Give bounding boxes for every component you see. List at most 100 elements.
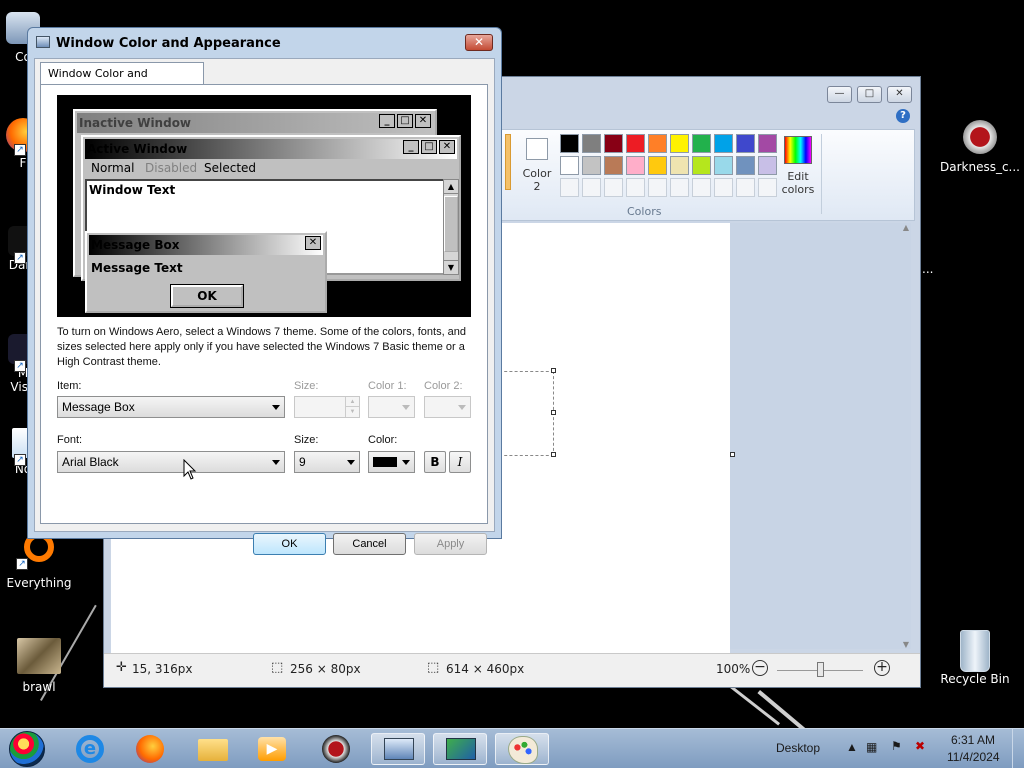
palette-swatch[interactable] [714, 156, 733, 175]
palette-swatch[interactable] [560, 156, 579, 175]
minimize-icon: _ [403, 140, 419, 154]
canvas-resize-handle[interactable] [730, 452, 735, 457]
taskbar-personalization[interactable] [433, 733, 487, 765]
active-title-text: Active Window [87, 142, 188, 156]
font-size-select[interactable]: 9 [294, 451, 360, 473]
spinner-up-icon[interactable]: ▲ [345, 397, 359, 407]
close-button[interactable]: ✕ [887, 86, 912, 103]
zoom-slider-thumb[interactable] [817, 662, 824, 677]
taskbar-control-panel[interactable] [371, 733, 425, 765]
image-size-icon: ⬚ [427, 660, 440, 675]
scroll-up-arrow-icon[interactable]: ▲ [901, 223, 911, 232]
media-player-icon: ▶ [258, 737, 286, 761]
cancel-button[interactable]: Cancel [333, 533, 406, 555]
scroll-down-arrow-icon[interactable]: ▼ [901, 640, 911, 649]
vertical-scrollbar[interactable]: ▲ ▼ [901, 223, 911, 649]
desktop-icon-everything[interactable]: ↗ Everything [2, 532, 76, 590]
palette-swatch[interactable] [736, 134, 755, 153]
desktop-icon-recycle-bin[interactable]: Recycle Bin [938, 630, 1012, 686]
taskbar-file-explorer[interactable] [186, 733, 240, 765]
palette-swatch[interactable] [626, 156, 645, 175]
selection-handle[interactable] [551, 410, 556, 415]
spinner-down-icon[interactable]: ▼ [345, 407, 359, 417]
palette-swatch-empty[interactable] [582, 178, 601, 197]
shortcut-arrow-icon: ↗ [14, 252, 26, 264]
volume-muted-icon[interactable]: ✖ [915, 739, 925, 753]
chevron-down-icon [458, 405, 466, 410]
item-label: Item: [57, 380, 82, 392]
palette-swatch-empty[interactable] [626, 178, 645, 197]
zoom-in-button[interactable]: + [874, 660, 890, 676]
palette-swatch-empty[interactable] [560, 178, 579, 197]
selection-handle[interactable] [551, 452, 556, 457]
item-select[interactable]: Message Box [57, 396, 285, 418]
maximize-icon: □ [397, 114, 413, 128]
show-desktop-button[interactable] [1012, 729, 1024, 768]
clock-time[interactable]: 6:31 AM [951, 733, 995, 747]
control-panel-icon [384, 738, 414, 760]
palette-swatch[interactable] [670, 134, 689, 153]
palette-swatch[interactable] [692, 134, 711, 153]
palette-swatch-empty[interactable] [604, 178, 623, 197]
size-label-1: Size: [294, 380, 319, 392]
selection-handle[interactable] [551, 368, 556, 373]
taskbar-paint[interactable] [495, 733, 549, 765]
palette-swatch-empty[interactable] [692, 178, 711, 197]
palette-swatch[interactable] [648, 156, 667, 175]
mouse-pointer-icon [183, 459, 197, 480]
desktop-icon-darkness-chrome[interactable]: Darkness_c... [938, 120, 1022, 174]
desktop-icon-brawl[interactable]: brawl [2, 638, 76, 694]
palette-swatch[interactable] [758, 156, 777, 175]
ok-button[interactable]: OK [253, 533, 326, 555]
preview-pane[interactable]: Inactive Window _ □ ✕ Active Window _ □ … [57, 95, 471, 317]
desktop-icon-label: Darkness_c... [939, 160, 1020, 174]
taskbar-darkness[interactable] [310, 733, 364, 765]
palette-swatch[interactable] [604, 156, 623, 175]
item-size-spinner[interactable]: ▲ ▼ [294, 396, 360, 418]
taskbar-internet-explorer[interactable]: e [62, 733, 116, 765]
palette-swatch-empty[interactable] [670, 178, 689, 197]
palette-swatch[interactable] [758, 134, 777, 153]
apply-button[interactable]: Apply [414, 533, 487, 555]
color2-button[interactable]: Color 2 [518, 138, 556, 202]
palette-swatch[interactable] [582, 156, 601, 175]
help-icon[interactable]: ? [896, 109, 910, 123]
taskbar-media-player[interactable]: ▶ [246, 733, 300, 765]
palette-swatch[interactable] [604, 134, 623, 153]
font-select[interactable]: Arial Black [57, 451, 285, 473]
palette-swatch[interactable] [714, 134, 733, 153]
preview-ok-button: OK [170, 284, 244, 308]
palette-swatch[interactable] [582, 134, 601, 153]
action-center-flag-icon[interactable]: ⚑ [891, 739, 902, 753]
palette-swatch-empty[interactable] [758, 178, 777, 197]
palette-swatch-empty[interactable] [736, 178, 755, 197]
internet-explorer-icon: e [76, 735, 104, 763]
palette-swatch[interactable] [648, 134, 667, 153]
taskbar-firefox[interactable] [124, 733, 178, 765]
palette-swatch[interactable] [670, 156, 689, 175]
maximize-button[interactable]: □ [857, 86, 882, 103]
palette-swatch-empty[interactable] [648, 178, 667, 197]
color1-select[interactable] [368, 396, 415, 418]
palette-swatch-empty[interactable] [714, 178, 733, 197]
color1-swatch[interactable] [505, 134, 511, 190]
palette-swatch[interactable] [736, 156, 755, 175]
show-hidden-icons-icon[interactable]: ▲ [846, 740, 858, 754]
font-color-select[interactable] [368, 451, 415, 473]
minimize-button[interactable]: — [827, 86, 852, 103]
italic-button[interactable]: I [449, 451, 471, 473]
color2-select[interactable] [424, 396, 471, 418]
tab-window-color[interactable]: Window Color and Appearance [40, 62, 204, 101]
clock-date[interactable]: 11/4/2024 [947, 750, 1000, 764]
palette-swatch[interactable] [692, 156, 711, 175]
network-icon[interactable]: ▦ [866, 740, 877, 754]
palette-swatch[interactable] [626, 134, 645, 153]
dialog-close-button[interactable]: ✕ [465, 34, 493, 51]
desktop-toolbar-label[interactable]: Desktop [776, 741, 820, 755]
edit-colors-button[interactable]: Edit colors [780, 136, 816, 204]
font-label: Font: [57, 434, 83, 446]
zoom-out-button[interactable]: − [752, 660, 768, 676]
palette-swatch[interactable] [560, 134, 579, 153]
start-orb-icon[interactable] [9, 731, 45, 767]
bold-button[interactable]: B [424, 451, 446, 473]
